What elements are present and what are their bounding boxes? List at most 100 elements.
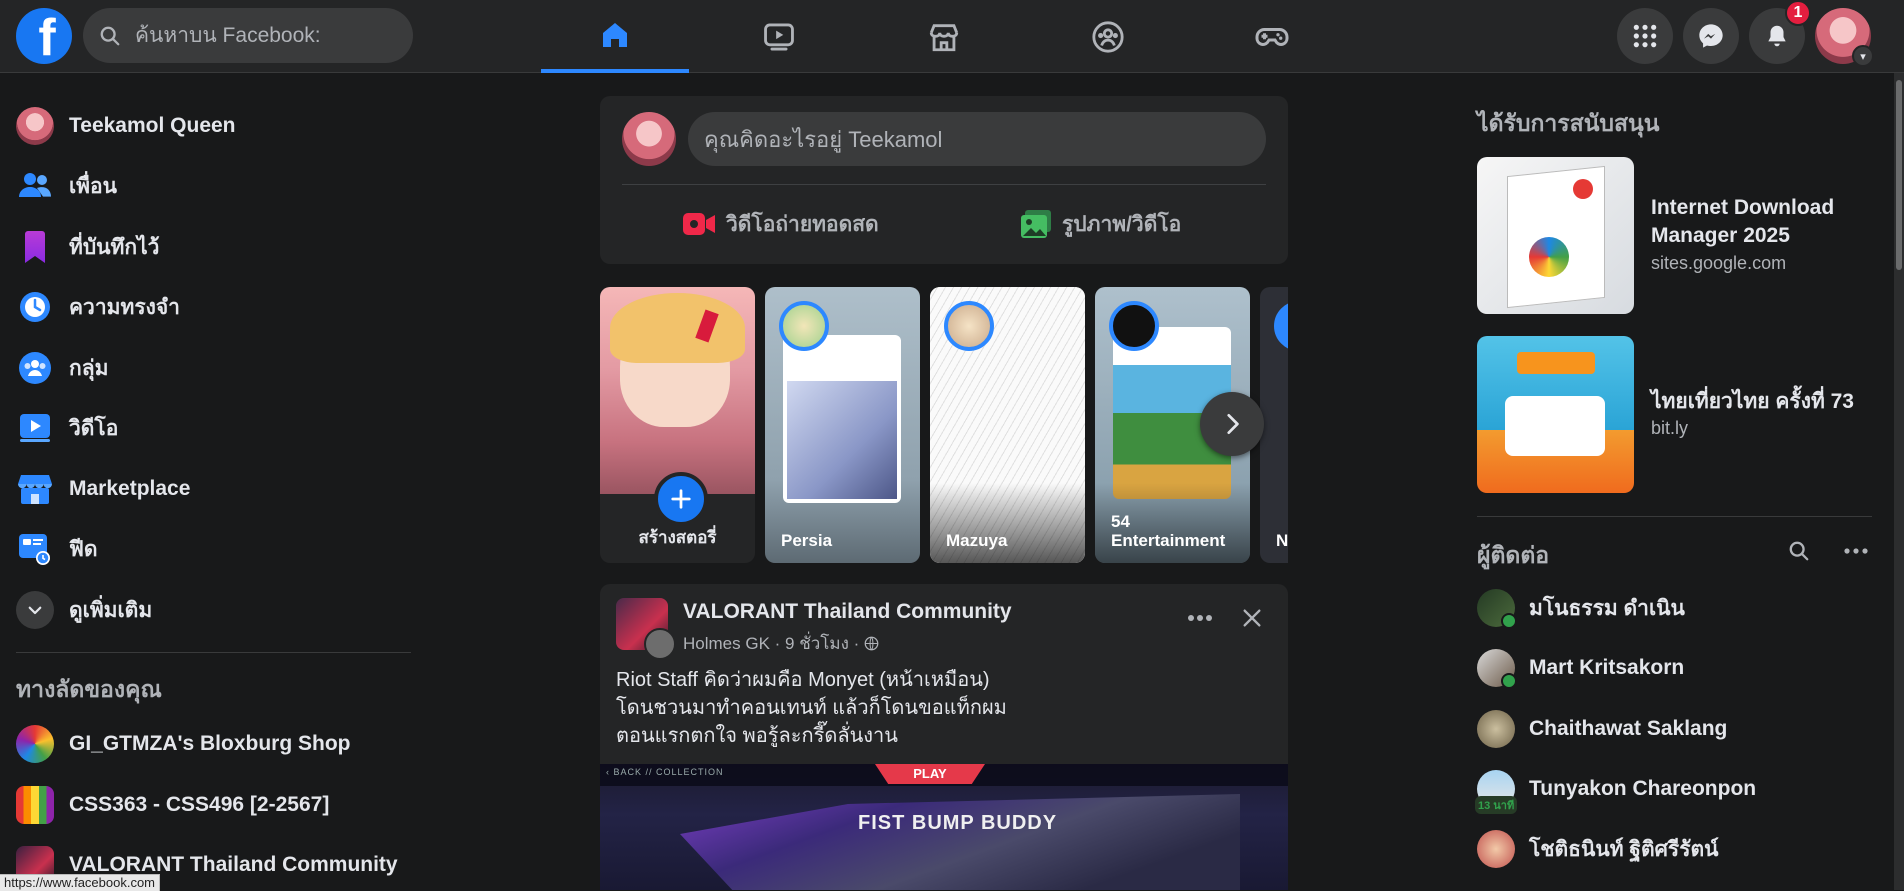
contacts-heading: ผู้ติดต่อ	[1477, 542, 1550, 568]
sidebar-item-marketplace[interactable]: Marketplace	[16, 463, 406, 515]
notification-count-badge: 1	[1785, 0, 1811, 26]
story-name: N	[1276, 531, 1288, 551]
sidebar-item-label: Teekamol Queen	[69, 114, 236, 137]
composer-divider	[622, 184, 1266, 185]
post-text-line: โดนชวนมาทำคอนเทนท์ แล้วก็โดนขอแท็กผม	[616, 697, 1007, 719]
story-preview-image	[783, 335, 901, 503]
sidebar-item-memories[interactable]: ความทรงจำ	[16, 281, 406, 333]
shortcuts-heading: ทางลัดของคุณ	[16, 676, 162, 702]
ad-image[interactable]	[1477, 336, 1634, 493]
contact-item[interactable]: 13 นาที Tunyakon Chareonpon	[1475, 763, 1757, 815]
contacts-options-button[interactable]	[1836, 536, 1876, 566]
profile-avatar	[16, 107, 54, 145]
contact-avatar	[1477, 710, 1515, 748]
sidebar-see-more[interactable]: ดูเพิ่มเติม	[16, 584, 406, 636]
sidebar-item-friends[interactable]: เพื่อน	[16, 160, 406, 212]
messenger-button[interactable]	[1683, 8, 1739, 64]
post-options-button[interactable]	[1180, 598, 1220, 638]
right-divider	[1477, 516, 1872, 517]
sidebar-item-label: วิดีโอ	[69, 416, 119, 440]
contact-avatar	[1477, 830, 1515, 868]
tab-groups[interactable]	[1034, 0, 1182, 73]
author-avatar[interactable]	[644, 628, 676, 660]
post-text-line: ตอนแรกตกใจ พอรู้ละกรี๊ดลั่นงาน	[616, 725, 898, 747]
contact-name: Mart Kritsakorn	[1529, 656, 1685, 679]
last-active-badge: 13 นาที	[1475, 796, 1518, 814]
watch-icon	[764, 23, 794, 50]
story-card[interactable]: N	[1260, 287, 1288, 563]
contact-avatar: 13 นาที	[1475, 770, 1518, 814]
photo-video-button[interactable]: รูปภาพ/วิดีโอ	[1020, 200, 1181, 248]
post-image[interactable]: ‹ BACK // COLLECTION PLAY FIST BUMP BUDD…	[600, 764, 1288, 890]
online-indicator	[1501, 613, 1517, 629]
live-video-button[interactable]: วิดีโอถ่ายทอดสด	[682, 200, 879, 248]
composer-input[interactable]: คุณคิดอะไรอยู่ Teekamol	[688, 112, 1266, 166]
tab-marketplace[interactable]	[870, 0, 1018, 73]
post-author-time[interactable]: Holmes GK · 9 ชั่วโมง ·	[683, 634, 864, 653]
story-card[interactable]: Persia	[765, 287, 920, 563]
ad-title[interactable]: Internet Download Manager 2025	[1651, 194, 1871, 250]
contacts-search-button[interactable]	[1779, 536, 1819, 566]
contact-avatar	[1477, 649, 1517, 689]
ad-image[interactable]	[1477, 157, 1634, 314]
contact-avatar	[1477, 589, 1517, 629]
sidebar-item-label: เพื่อน	[69, 174, 117, 198]
ad-title[interactable]: ไทยเที่ยวไทย ครั้งที่ 73	[1651, 388, 1871, 416]
photo-video-label: รูปภาพ/วิดีโอ	[1062, 212, 1182, 236]
post-page-name[interactable]: VALORANT Thailand Community	[683, 600, 1012, 624]
chevron-right-icon	[1227, 413, 1239, 435]
post-composer: คุณคิดอะไรอยู่ Teekamol วิดีโอถ่ายทอดสด …	[600, 96, 1288, 264]
scrollbar-thumb[interactable]	[1896, 80, 1902, 270]
live-video-label: วิดีโอถ่ายทอดสด	[726, 212, 879, 236]
tab-home[interactable]	[541, 0, 689, 73]
contact-item[interactable]: Chaithawat Saklang	[1477, 703, 1727, 755]
live-video-icon	[683, 213, 715, 235]
shortcut-item[interactable]: GI_GTMZA's Bloxburg Shop	[16, 718, 406, 770]
sidebar-item-feeds[interactable]: ฟีด	[16, 523, 406, 575]
contact-item[interactable]: Mart Kritsakorn	[1477, 642, 1684, 694]
search-box[interactable]	[83, 8, 413, 63]
facebook-logo-icon[interactable]: f	[16, 8, 72, 64]
shortcut-item[interactable]: CSS363 - CSS496 [2-2567]	[16, 779, 406, 831]
sidebar-item-label: ฟีด	[69, 537, 98, 561]
tab-gaming[interactable]	[1198, 0, 1346, 73]
stories-tray: สร้างสตอรี่ Persia Mazuya 54 Entertainme…	[600, 287, 1288, 563]
sidebar-item-profile[interactable]: Teekamol Queen	[16, 100, 406, 152]
composer-avatar[interactable]	[622, 112, 676, 166]
search-input[interactable]	[133, 22, 397, 49]
stories-next-button[interactable]	[1200, 392, 1264, 456]
chevron-down-icon[interactable]: ▾	[1852, 45, 1874, 67]
sidebar-item-video[interactable]: วิดีโอ	[16, 402, 406, 454]
close-icon	[1243, 609, 1261, 627]
status-bar-url: https://www.facebook.com	[0, 874, 161, 891]
contact-item[interactable]: โชติธนินท์ ฐิติศรีรัตน์	[1477, 823, 1718, 875]
contact-item[interactable]: มโนธรรม ดำเนิน	[1477, 582, 1685, 634]
shortcut-label: CSS363 - CSS496 [2-2567]	[69, 793, 330, 816]
top-navigation-bar: f 1 ▾	[0, 0, 1904, 73]
hide-post-button[interactable]	[1232, 598, 1272, 638]
photo-icon	[1021, 210, 1051, 238]
feed-post: VALORANT Thailand Community Holmes GK · …	[600, 584, 1288, 890]
shortcut-label: GI_GTMZA's Bloxburg Shop	[69, 732, 351, 755]
online-indicator	[1501, 673, 1517, 689]
sidebar-item-saved[interactable]: ที่บันทึกไว้	[16, 221, 406, 273]
sidebar-item-label: กลุ่ม	[69, 356, 109, 380]
sidebar-divider	[16, 652, 411, 653]
create-story-card[interactable]: สร้างสตอรี่	[600, 287, 755, 563]
story-card[interactable]: Mazuya	[930, 287, 1085, 563]
story-name: Persia	[781, 531, 833, 551]
menu-button[interactable]	[1617, 8, 1673, 64]
messenger-icon	[1699, 24, 1723, 48]
post-text-line: Riot Staff คิดว่าผมคือ Monyet (หน้าเหมือ…	[616, 669, 990, 691]
add-story-plus-icon[interactable]	[654, 472, 708, 526]
shortcut-avatar	[16, 786, 54, 824]
contact-name: Tunyakon Chareonpon	[1529, 777, 1757, 800]
sidebar-item-label: Marketplace	[69, 477, 191, 500]
image-caption: FIST BUMP BUDDY	[858, 812, 1058, 834]
sidebar-item-groups[interactable]: กลุ่ม	[16, 342, 406, 394]
tab-watch[interactable]	[705, 0, 853, 73]
post-text: Riot Staff คิดว่าผมคือ Monyet (หน้าเหมือ…	[616, 666, 1266, 750]
friends-icon	[19, 173, 51, 197]
shortcut-avatar	[16, 725, 54, 763]
story-avatar	[944, 301, 994, 351]
